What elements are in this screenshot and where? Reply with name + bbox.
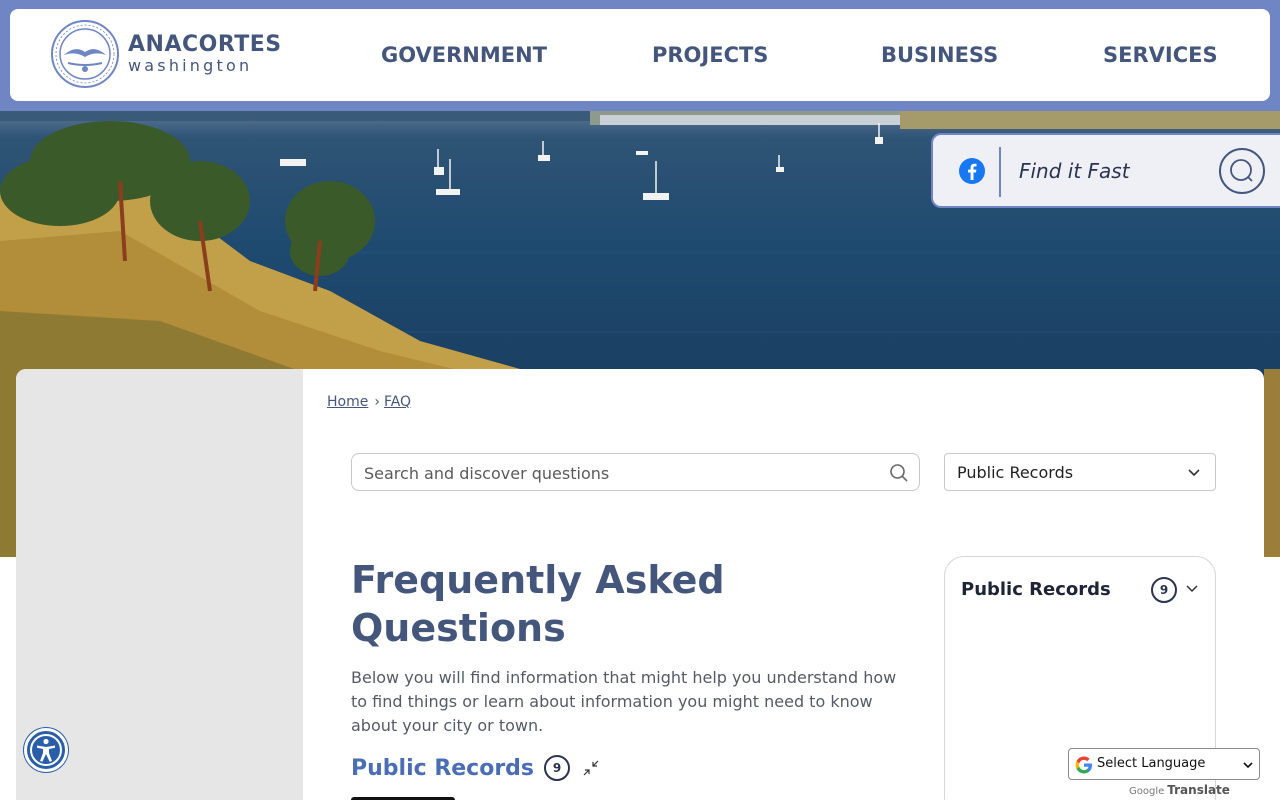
accessibility-icon (30, 734, 62, 766)
site-header: ANACORTES washington GOVERNMENT PROJECTS… (10, 9, 1270, 101)
breadcrumb: Home › FAQ (327, 394, 411, 410)
page-intro: Below you will find information that mig… (351, 668, 897, 735)
faq-search-box (351, 453, 920, 491)
chevron-down-icon (1243, 762, 1253, 769)
chevron-down-icon (1188, 469, 1200, 477)
find-divider (999, 147, 1001, 197)
category-panel-title[interactable]: Public Records (961, 579, 1111, 600)
powered-by-translate: Translate (1167, 783, 1230, 797)
accessibility-button[interactable] (24, 728, 68, 772)
breadcrumb-faq[interactable]: FAQ (384, 394, 411, 410)
nav-projects[interactable]: PROJECTS (652, 9, 768, 101)
content-card: Home ›FAQ Public Records Frequently Asked… (16, 369, 1264, 800)
nav-business[interactable]: BUSINESS (881, 9, 998, 101)
nav-government[interactable]: GOVERNMENT (381, 9, 547, 101)
find-it-fast-label[interactable]: Find it Fast (1019, 159, 1130, 183)
city-seal-icon (51, 20, 119, 88)
facebook-icon[interactable] (958, 157, 986, 185)
breadcrumb-home[interactable]: Home (327, 394, 368, 410)
find-search-button[interactable] (1219, 148, 1265, 194)
search-icon (1230, 159, 1253, 182)
collapse-icon[interactable] (582, 759, 600, 777)
powered-by-google-translate[interactable]: Google Translate (1129, 783, 1230, 797)
category-select[interactable]: Public Records (944, 453, 1216, 491)
search-icon[interactable] (889, 463, 909, 483)
google-icon (1075, 756, 1092, 774)
category-select-value: Public Records (957, 463, 1074, 482)
breadcrumb-separator: › (374, 394, 380, 410)
site-logo[interactable]: ANACORTES washington (50, 19, 282, 89)
brand-title: ANACORTES (128, 32, 282, 57)
category-panel-count-badge: 9 (1151, 577, 1177, 603)
powered-by-google: Google (1129, 786, 1165, 797)
faq-section-header: Public Records 9 (351, 755, 600, 781)
faq-section-title[interactable]: Public Records (351, 756, 534, 781)
language-select-label: Select Language (1097, 756, 1206, 771)
language-select[interactable]: Select Language (1068, 748, 1260, 780)
brand-subtitle: washington (128, 56, 253, 75)
nav-services[interactable]: SERVICES (1103, 9, 1218, 101)
top-bar: ANACORTES washington GOVERNMENT PROJECTS… (0, 0, 1280, 111)
faq-section-count-badge: 9 (544, 755, 571, 781)
page-title: Frequently Asked Questions (351, 558, 725, 650)
faq-search-input[interactable] (364, 462, 874, 484)
find-it-fast-box: Find it Fast (931, 133, 1280, 208)
chevron-down-icon[interactable] (1185, 582, 1199, 596)
